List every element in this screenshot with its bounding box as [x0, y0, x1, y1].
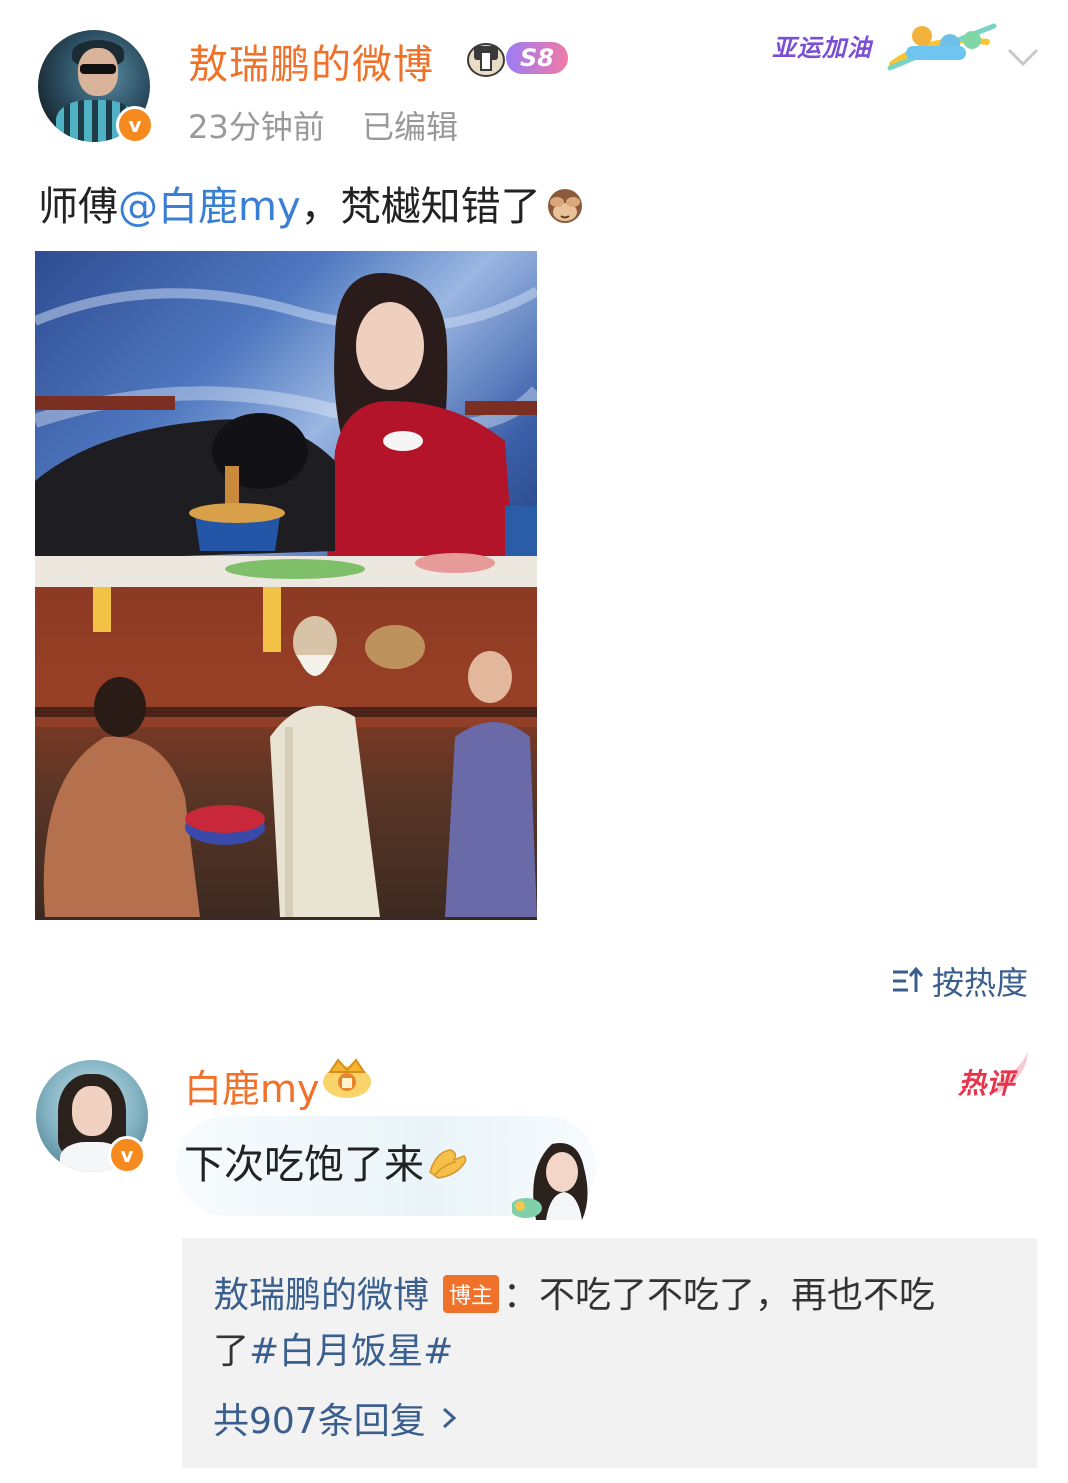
post-text-suffix: ，梵樾知错了 [300, 184, 541, 230]
topic-hashtag[interactable]: #白月饭星# [249, 1331, 453, 1372]
reply-line-1: 敖瑞鹏的微博 博主 ：不吃了不吃了，再也不吃 [213, 1266, 935, 1318]
sort-by-hot-button[interactable]: 按热度 [890, 958, 1028, 1004]
reply-count-text: 共907条回复 [213, 1401, 426, 1442]
verified-badge-icon: v [116, 106, 154, 144]
chevron-right-icon [442, 1407, 456, 1429]
hot-comment-label: 热评 [958, 1067, 1015, 1100]
edited-label: 已编辑 [362, 108, 459, 146]
sort-icon [893, 966, 924, 992]
crown-medal-icon [323, 1058, 371, 1098]
post-time: 23分钟前 [188, 108, 325, 146]
reply-colon: ： [503, 1275, 540, 1316]
host-badge: 博主 [443, 1275, 500, 1313]
reply-line-2: 了#白月饭星# [213, 1322, 453, 1374]
drama-scene-illustration [35, 587, 537, 917]
level-badge: S8 [506, 42, 568, 74]
post-author-name[interactable]: 敖瑞鹏的微博 [188, 32, 434, 90]
reply-author[interactable]: 敖瑞鹏的微博 [213, 1275, 429, 1316]
dinner-scene-illustration [35, 272, 537, 587]
reply-text-line2: 了 [213, 1331, 250, 1372]
verified-badge-icon: v [108, 1136, 146, 1174]
avatar-sunglasses [80, 64, 116, 74]
commenter-name[interactable]: 白鹿my [184, 1058, 320, 1113]
bubble-decoration-portrait [512, 1143, 588, 1220]
sort-label: 按热度 [932, 964, 1029, 1002]
hot-comment-badge: 热评 [956, 1048, 1036, 1100]
post-image[interactable] [35, 251, 537, 920]
post-text-prefix: 师傅 [38, 184, 118, 230]
avatar-face [72, 1086, 112, 1136]
view-replies-link[interactable]: 共907条回复 [213, 1392, 462, 1444]
mention-link[interactable]: @白鹿my [118, 184, 301, 230]
fan-medal-icon [467, 43, 505, 77]
asian-games-banner[interactable]: 亚运加油 [772, 14, 1002, 74]
clapping-hands-icon [429, 1149, 467, 1179]
image-top-scene [35, 251, 537, 587]
post-text: 师傅@白鹿my，梵樾知错了 [38, 174, 587, 232]
image-bottom-scene [35, 587, 537, 920]
reply-text-line1: 不吃了不吃了，再也不吃 [539, 1275, 936, 1316]
comment-text-body: 下次吃饱了来 [184, 1142, 424, 1188]
chevron-down-icon[interactable] [1006, 42, 1040, 72]
asian-games-text: 亚运加油 [772, 34, 872, 62]
comment-text: 下次吃饱了来 [184, 1132, 468, 1190]
see-no-evil-monkey-icon [547, 189, 582, 223]
